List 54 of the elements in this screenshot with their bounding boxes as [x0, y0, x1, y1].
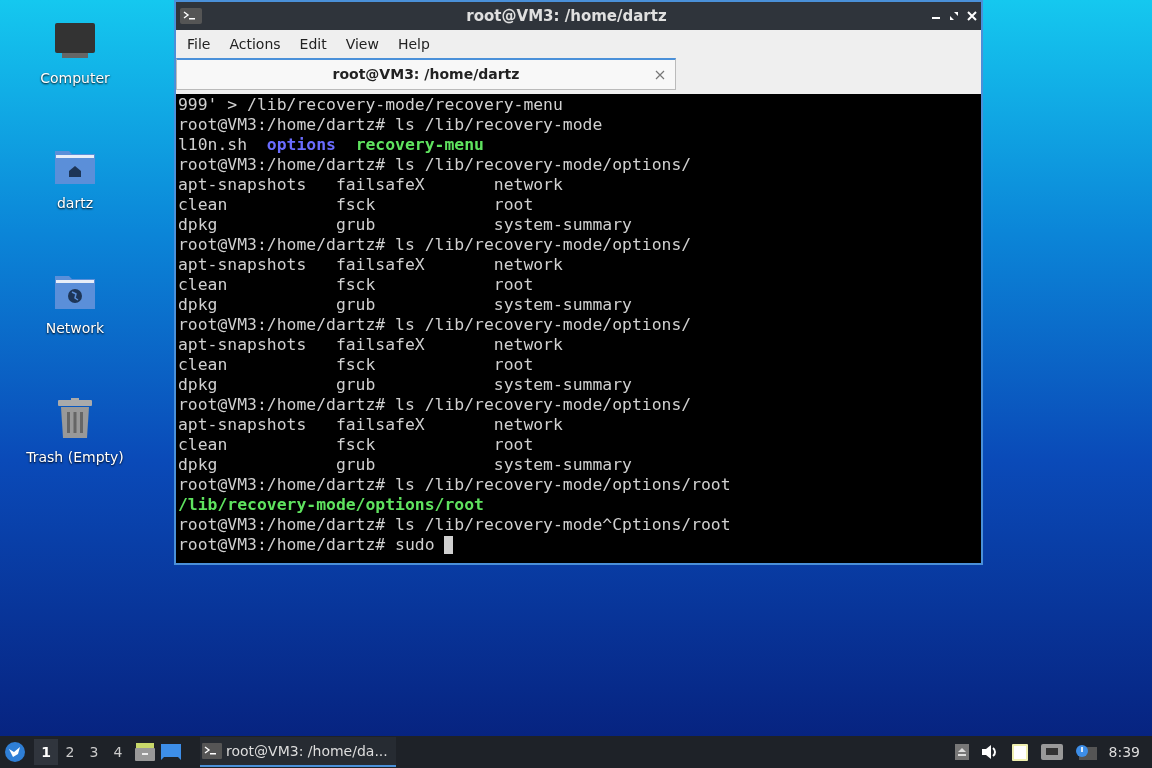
terminal-text: 999' > /lib/recovery-mode/recovery-menu — [178, 95, 563, 115]
workspace-button[interactable]: 3 — [82, 739, 106, 765]
terminal-text: root@VM3:/home/dartz# ls /lib/recovery-mode^Cptions/root — [178, 515, 731, 535]
terminal-icon — [180, 8, 202, 24]
terminal-text: apt-snapshots failsafeX network — [178, 255, 563, 275]
eject-icon[interactable] — [954, 744, 969, 760]
menu-item[interactable]: File — [178, 33, 220, 55]
window-title: root@VM3: /home/dartz — [465, 5, 668, 27]
terminal-text: apt-snapshots failsafeX network — [178, 175, 563, 195]
workspace-button[interactable]: 1 — [34, 739, 58, 765]
close-icon[interactable] — [967, 11, 977, 21]
terminal-text: l10n.sh — [178, 135, 249, 155]
workspace-button[interactable]: 2 — [58, 739, 82, 765]
terminal-text: clean fsck root — [178, 355, 534, 375]
terminal-text: dpkg grub system-summary — [178, 215, 632, 235]
workspace-button[interactable]: 4 — [106, 739, 130, 765]
terminal-text: options — [266, 135, 336, 155]
terminal-text: dpkg grub system-summary — [178, 295, 632, 315]
monitor-icon — [54, 22, 96, 60]
trash-icon — [56, 397, 94, 439]
terminal-text: clean fsck root — [178, 275, 534, 295]
terminal-text: recovery-menu — [354, 135, 484, 155]
menu-item[interactable]: Edit — [290, 33, 336, 55]
close-tab-icon[interactable] — [655, 70, 665, 80]
terminal-text: apt-snapshots failsafeX network — [178, 415, 563, 435]
network-icon[interactable] — [1040, 744, 1063, 760]
terminal-text: apt-snapshots failsafeX network — [178, 335, 563, 355]
menu-item[interactable]: View — [336, 33, 388, 55]
terminal-text: root@VM3:/home/dartz# ls /lib/recovery-mode/options/ — [178, 395, 692, 415]
terminal-icon — [202, 743, 222, 759]
terminal-text: root@VM3:/home/dartz# ls /lib/recovery-mode/options/ — [178, 155, 692, 175]
desktop-icon-label[interactable]: dartz — [56, 193, 94, 214]
terminal-text: root@VM3:/home/dartz# ls /lib/recovery-mode/options/ — [178, 315, 692, 335]
desktop-icon-label[interactable]: Trash (Empty) — [26, 447, 124, 468]
desktop-icon[interactable] — [160, 743, 182, 761]
desktop-icon-label[interactable]: Network — [45, 318, 105, 339]
taskbar-task[interactable]: root@VM3: /home/da... — [200, 737, 396, 767]
file-cabinet-icon[interactable] — [134, 742, 156, 762]
terminal-tab[interactable]: root@VM3: /home/dartz — [176, 58, 676, 90]
terminal-text: clean fsck root — [178, 195, 534, 215]
terminal-text: dpkg grub system-summary — [178, 375, 632, 395]
notification-icon[interactable] — [1074, 744, 1097, 760]
terminal-text: root@VM3:/home/dartz# sudo — [178, 535, 436, 555]
clock[interactable]: 8:39 — [1108, 741, 1140, 763]
menu-item[interactable]: Actions — [220, 33, 290, 55]
maximize-icon[interactable] — [949, 11, 959, 21]
volume-icon[interactable] — [980, 744, 999, 760]
terminal-text: root@VM3:/home/dartz# ls /lib/recovery-mode — [178, 115, 603, 135]
menu-item[interactable]: Help — [388, 33, 439, 55]
terminal-text: clean fsck root — [178, 435, 534, 455]
terminal-text: dpkg grub system-summary — [178, 455, 632, 475]
terminal-text: root@VM3:/home/dartz# ls /lib/recovery-mode/options/ — [178, 235, 692, 255]
terminal-text: /lib/recovery-mode/options/root — [178, 495, 484, 515]
terminal-text: root@VM3:/home/dartz# ls /lib/recovery-mode/options/root — [178, 475, 731, 495]
